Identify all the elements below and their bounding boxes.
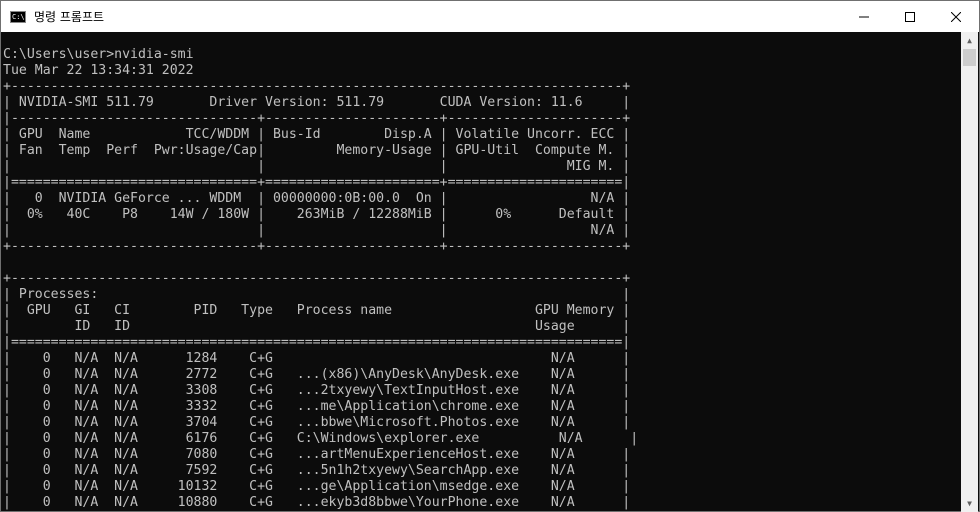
console-line: | Fan Temp Perf Pwr:Usage/Cap| Memory-Us… (3, 143, 631, 158)
console-line: C:\Users\user>nvidia-smi (3, 47, 194, 62)
console-line: | 0 N/A N/A 7080 C+G ...artMenuExperienc… (3, 447, 631, 462)
console-line: | 0% 40C P8 14W / 180W | 263MiB / 12288M… (3, 207, 631, 222)
console-line: | 0 N/A N/A 3704 C+G ...bbwe\Microsoft.P… (3, 415, 631, 430)
maximize-button[interactable] (887, 1, 933, 32)
close-button[interactable] (933, 1, 979, 32)
close-icon (951, 11, 961, 22)
console-line: | 0 NVIDIA GeForce ... WDDM | 00000000:0… (3, 191, 631, 206)
scroll-down-arrow-icon[interactable]: ▼ (961, 495, 978, 512)
console-line: |=======================================… (3, 335, 631, 350)
console-line: | 0 N/A N/A 3308 C+G ...2txyewy\TextInpu… (3, 383, 631, 398)
cmd-icon: C:\ (10, 10, 26, 23)
console-line: +-------------------------------+-------… (3, 239, 631, 254)
console-line: | | | MIG M. | (3, 159, 631, 174)
scroll-thumb[interactable] (963, 49, 976, 66)
console-line: +---------------------------------------… (3, 79, 631, 94)
console-line: | 0 N/A N/A 6176 C+G C:\Windows\explorer… (3, 431, 639, 446)
console-line: | NVIDIA-SMI 511.79 Driver Version: 511.… (3, 95, 631, 110)
console-line: | GPU GI CI PID Type Process name GPU Me… (3, 303, 631, 318)
console-line: +---------------------------------------… (3, 271, 631, 286)
console-line: |-------------------------------+-------… (3, 111, 631, 126)
window-title: 명령 프롬프트 (34, 10, 105, 24)
console-line: |===============================+=======… (3, 175, 631, 190)
console-line: | 0 N/A N/A 10880 C+G ...ekyb3d8bbwe\You… (3, 495, 631, 510)
console-line: | 0 N/A N/A 2772 C+G ...(x86)\AnyDesk\An… (3, 367, 631, 382)
command-prompt-window: C:\ 명령 프롬프트 C:\Users\user>nvidia-smi Tue … (0, 0, 980, 512)
scroll-up-arrow-icon[interactable]: ▲ (961, 32, 978, 49)
minimize-icon (859, 16, 869, 17)
console-line: | ID ID Usage | (3, 319, 631, 334)
console-line: | 0 N/A N/A 10132 C+G ...ge\Application\… (3, 479, 631, 494)
console-line: | 0 N/A N/A 1284 C+G N/A | (3, 351, 631, 366)
console-output[interactable]: C:\Users\user>nvidia-smi Tue Mar 22 13:34… (3, 47, 961, 512)
minimize-button[interactable] (841, 1, 887, 32)
console-line: | | | N/A | (3, 223, 631, 238)
window-controls (841, 1, 979, 32)
vertical-scrollbar[interactable]: ▲ ▼ (961, 32, 978, 512)
console-line: Tue Mar 22 13:34:31 2022 (3, 63, 194, 78)
title-bar[interactable]: C:\ 명령 프롬프트 (1, 1, 979, 32)
console-line: | 0 N/A N/A 7592 C+G ...5n1h2txyewy\Sear… (3, 463, 631, 478)
console-line: | 0 N/A N/A 3332 C+G ...me\Application\c… (3, 399, 631, 414)
console-line: | Processes: | (3, 287, 631, 302)
maximize-icon (905, 11, 915, 22)
console-line: | GPU Name TCC/WDDM | Bus-Id Disp.A | Vo… (3, 127, 631, 142)
